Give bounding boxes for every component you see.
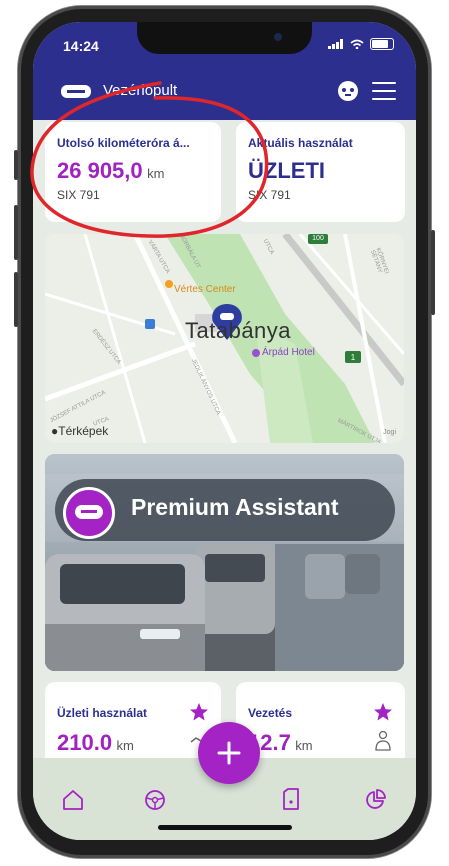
volume-down-button (14, 272, 18, 327)
wifi-icon (350, 39, 364, 49)
add-icon (217, 741, 241, 765)
driving-label: Vezetés (248, 706, 293, 720)
usage-plate: SIX 791 (248, 188, 291, 202)
status-time: 14:24 (63, 38, 99, 54)
map-attribution: ●Térképek (51, 424, 109, 438)
promo-title: Premium Assistant (131, 494, 339, 520)
odometer-unit: km (147, 166, 165, 181)
map-city-label: Tatabánya (185, 318, 292, 343)
front-camera (274, 33, 282, 41)
battery-icon (370, 38, 394, 50)
car-logo-icon (61, 85, 91, 98)
business-usage-reading: 210.0 km (57, 730, 134, 756)
power-button (431, 230, 435, 315)
home-indicator[interactable] (158, 825, 292, 830)
odometer-label: Utolsó kilométeróra á... (57, 136, 190, 150)
usage-label: Aktuális használat (248, 136, 353, 150)
poi-vertes-center: Vértes Center (174, 284, 236, 295)
map-legal-link[interactable]: Jogi (383, 429, 396, 436)
odometer-card[interactable]: Utolsó kilométeróra á... 26 905,0 km SIX… (45, 122, 221, 222)
location-map[interactable]: Vértes Center Tatabánya Árpád Hotel 100 … (45, 234, 404, 443)
volume-up-button (14, 205, 18, 260)
usage-card[interactable]: Aktuális használat ÜZLETI SIX 791 (236, 122, 405, 222)
fuel-icon[interactable] (279, 786, 303, 812)
silent-switch (14, 150, 18, 180)
star-icon[interactable] (373, 702, 393, 722)
poi-shop-icon (165, 280, 173, 288)
usage-value: ÜZLETI (248, 158, 325, 183)
screen: 14:24 Vezérlőpult Utolsó kilométeróra á.… (33, 22, 416, 840)
poi-arpad-hotel: Árpád Hotel (262, 347, 315, 358)
add-button[interactable] (198, 722, 260, 784)
business-usage-label: Üzleti használat (57, 706, 148, 720)
premium-assistant-banner[interactable]: Premium Assistant (45, 454, 404, 671)
signal-icon (328, 39, 343, 49)
road-number-1: 1 (350, 353, 356, 362)
pie-chart-icon[interactable] (363, 788, 387, 812)
notch (137, 22, 312, 54)
business-usage-unit: km (116, 738, 134, 753)
odometer-plate: SIX 791 (57, 188, 100, 202)
bus-stop-icon (145, 319, 155, 329)
premium-assistant-logo-icon (63, 487, 115, 539)
road-number-100: 100 (312, 235, 324, 242)
menu-icon[interactable] (372, 82, 396, 106)
poi-hotel-icon (252, 349, 260, 357)
driver-icon (375, 730, 391, 751)
page-title: Vezérlőpult (103, 82, 178, 99)
steering-wheel-icon[interactable] (143, 788, 167, 812)
driving-unit: km (295, 738, 313, 753)
odometer-value: 26 905,0 (57, 158, 143, 183)
home-icon[interactable] (61, 788, 85, 812)
odometer-reading: 26 905,0 km (57, 158, 164, 184)
business-usage-value: 210.0 (57, 730, 113, 755)
assistant-icon[interactable] (336, 80, 360, 102)
status-icons (328, 38, 394, 50)
star-icon[interactable] (189, 702, 209, 722)
